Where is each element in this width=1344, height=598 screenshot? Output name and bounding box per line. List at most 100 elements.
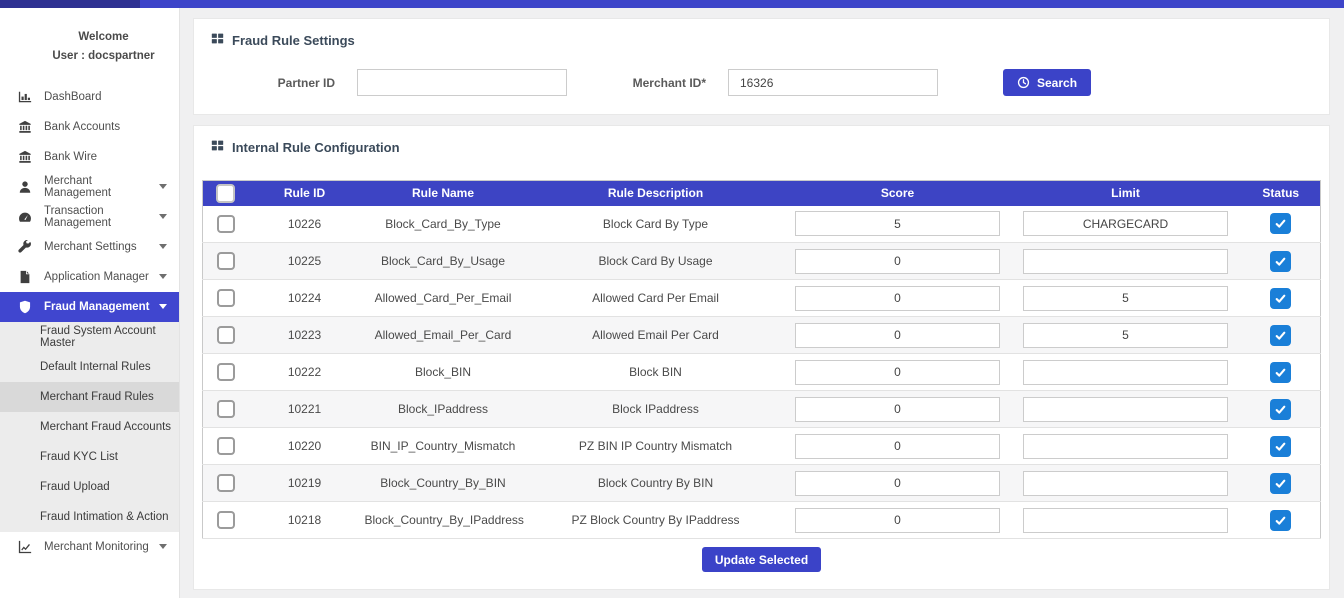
table-header-row: Rule ID Rule Name Rule Description Score… — [203, 181, 1321, 206]
rule-name-cell: Block_Card_By_Type — [361, 206, 526, 243]
update-selected-button[interactable]: Update Selected — [702, 547, 821, 572]
table-row: 10221Block_IPaddressBlock IPaddress — [203, 391, 1321, 428]
search-form: Partner ID Merchant ID* Search — [194, 69, 1329, 96]
update-row: Update Selected — [194, 547, 1329, 572]
limit-input[interactable] — [1023, 323, 1228, 348]
submenu-item-fraud-kyc-list[interactable]: Fraud KYC List — [0, 442, 179, 472]
score-input[interactable] — [795, 397, 1000, 422]
col-header-rule-name: Rule Name — [361, 181, 526, 206]
select-all-checkbox[interactable] — [216, 184, 235, 203]
status-checkbox[interactable] — [1270, 399, 1291, 420]
score-input[interactable] — [795, 434, 1000, 459]
submenu-item-merchant-fraud-rules[interactable]: Merchant Fraud Rules — [0, 382, 179, 412]
limit-input[interactable] — [1023, 211, 1228, 236]
status-checkbox[interactable] — [1270, 325, 1291, 346]
sidebar-item-label: Merchant Management — [44, 175, 159, 199]
sidebar-item-label: DashBoard — [44, 91, 102, 103]
wrench-icon — [18, 240, 32, 254]
sidebar-item-label: Application Manager — [44, 271, 149, 283]
rule-description-cell: Block BIN — [526, 354, 786, 391]
limit-input[interactable] — [1023, 434, 1228, 459]
status-checkbox[interactable] — [1270, 251, 1291, 272]
sidebar-item-transaction-management[interactable]: Transaction Management — [0, 202, 179, 232]
sidebar-item-label: Bank Wire — [44, 151, 97, 163]
sidebar-item-dashboard[interactable]: DashBoard — [0, 82, 179, 112]
grid-icon — [211, 139, 224, 155]
rule-id-cell: 10225 — [249, 243, 361, 280]
limit-input[interactable] — [1023, 286, 1228, 311]
search-button[interactable]: Search — [1003, 69, 1091, 96]
row-checkbox[interactable] — [217, 437, 235, 455]
shield-icon — [18, 300, 32, 314]
welcome-title: Welcome — [34, 28, 173, 47]
score-input[interactable] — [795, 286, 1000, 311]
submenu-item-fraud-intimation-action[interactable]: Fraud Intimation & Action — [0, 502, 179, 532]
table-row: 10223Allowed_Email_Per_CardAllowed Email… — [203, 317, 1321, 354]
sidebar-item-label: Transaction Management — [44, 205, 159, 229]
sidebar-item-application-manager[interactable]: Application Manager — [0, 262, 179, 292]
top-navbar-brand-segment — [0, 0, 140, 8]
status-checkbox[interactable] — [1270, 213, 1291, 234]
sidebar-item-label: Merchant Settings — [44, 241, 137, 253]
merchant-id-input[interactable] — [728, 69, 938, 96]
row-checkbox[interactable] — [217, 252, 235, 270]
gauge-icon — [18, 210, 32, 224]
file-icon — [18, 270, 32, 284]
sidebar-item-bank-wire[interactable]: Bank Wire — [0, 142, 179, 172]
rule-description-cell: Block Card By Usage — [526, 243, 786, 280]
status-checkbox[interactable] — [1270, 473, 1291, 494]
score-input[interactable] — [795, 323, 1000, 348]
sidebar-item-bank-accounts[interactable]: Bank Accounts — [0, 112, 179, 142]
score-input[interactable] — [795, 471, 1000, 496]
sidebar-item-merchant-monitoring[interactable]: Merchant Monitoring — [0, 532, 179, 562]
submenu-item-fraud-system-account-master[interactable]: Fraud System Account Master — [0, 322, 179, 352]
grid-icon — [211, 32, 224, 48]
rule-description-cell: Block Card By Type — [526, 206, 786, 243]
user-icon — [18, 180, 32, 194]
chevron-down-icon — [159, 274, 167, 279]
submenu-item-merchant-fraud-accounts[interactable]: Merchant Fraud Accounts — [0, 412, 179, 442]
sidebar-item-label: Merchant Monitoring — [44, 541, 149, 553]
row-checkbox[interactable] — [217, 363, 235, 381]
limit-input[interactable] — [1023, 360, 1228, 385]
score-input[interactable] — [795, 211, 1000, 236]
limit-input[interactable] — [1023, 249, 1228, 274]
partner-id-input[interactable] — [357, 69, 567, 96]
score-input[interactable] — [795, 508, 1000, 533]
sidebar-item-fraud-management[interactable]: Fraud Management — [0, 292, 179, 322]
status-checkbox[interactable] — [1270, 436, 1291, 457]
merchant-id-label: Merchant ID* — [620, 76, 706, 90]
rule-name-cell: Block_BIN — [361, 354, 526, 391]
row-checkbox[interactable] — [217, 474, 235, 492]
row-checkbox[interactable] — [217, 289, 235, 307]
main-content: Fraud Rule Settings Partner ID Merchant … — [180, 8, 1344, 598]
rule-id-cell: 10219 — [249, 465, 361, 502]
col-header-rule-description: Rule Description — [526, 181, 786, 206]
status-checkbox[interactable] — [1270, 288, 1291, 309]
table-row: 10222Block_BINBlock BIN — [203, 354, 1321, 391]
limit-input[interactable] — [1023, 508, 1228, 533]
sidebar-item-merchant-settings[interactable]: Merchant Settings — [0, 232, 179, 262]
submenu-item-default-internal-rules[interactable]: Default Internal Rules — [0, 352, 179, 382]
rule-description-cell: Block Country By BIN — [526, 465, 786, 502]
score-input[interactable] — [795, 249, 1000, 274]
rule-id-cell: 10226 — [249, 206, 361, 243]
submenu-item-fraud-upload[interactable]: Fraud Upload — [0, 472, 179, 502]
rule-name-cell: Block_Card_By_Usage — [361, 243, 526, 280]
sidebar-item-merchant-management[interactable]: Merchant Management — [0, 172, 179, 202]
fraud-rule-settings-card: Fraud Rule Settings Partner ID Merchant … — [193, 18, 1330, 115]
row-checkbox[interactable] — [217, 511, 235, 529]
col-header-limit: Limit — [1010, 181, 1242, 206]
status-checkbox[interactable] — [1270, 510, 1291, 531]
table-row: 10226Block_Card_By_TypeBlock Card By Typ… — [203, 206, 1321, 243]
rule-id-cell: 10218 — [249, 502, 361, 539]
row-checkbox[interactable] — [217, 215, 235, 233]
limit-input[interactable] — [1023, 471, 1228, 496]
limit-input[interactable] — [1023, 397, 1228, 422]
score-input[interactable] — [795, 360, 1000, 385]
row-checkbox[interactable] — [217, 400, 235, 418]
rule-id-cell: 10221 — [249, 391, 361, 428]
row-checkbox[interactable] — [217, 326, 235, 344]
status-checkbox[interactable] — [1270, 362, 1291, 383]
welcome-user: User : docspartner — [34, 47, 173, 66]
